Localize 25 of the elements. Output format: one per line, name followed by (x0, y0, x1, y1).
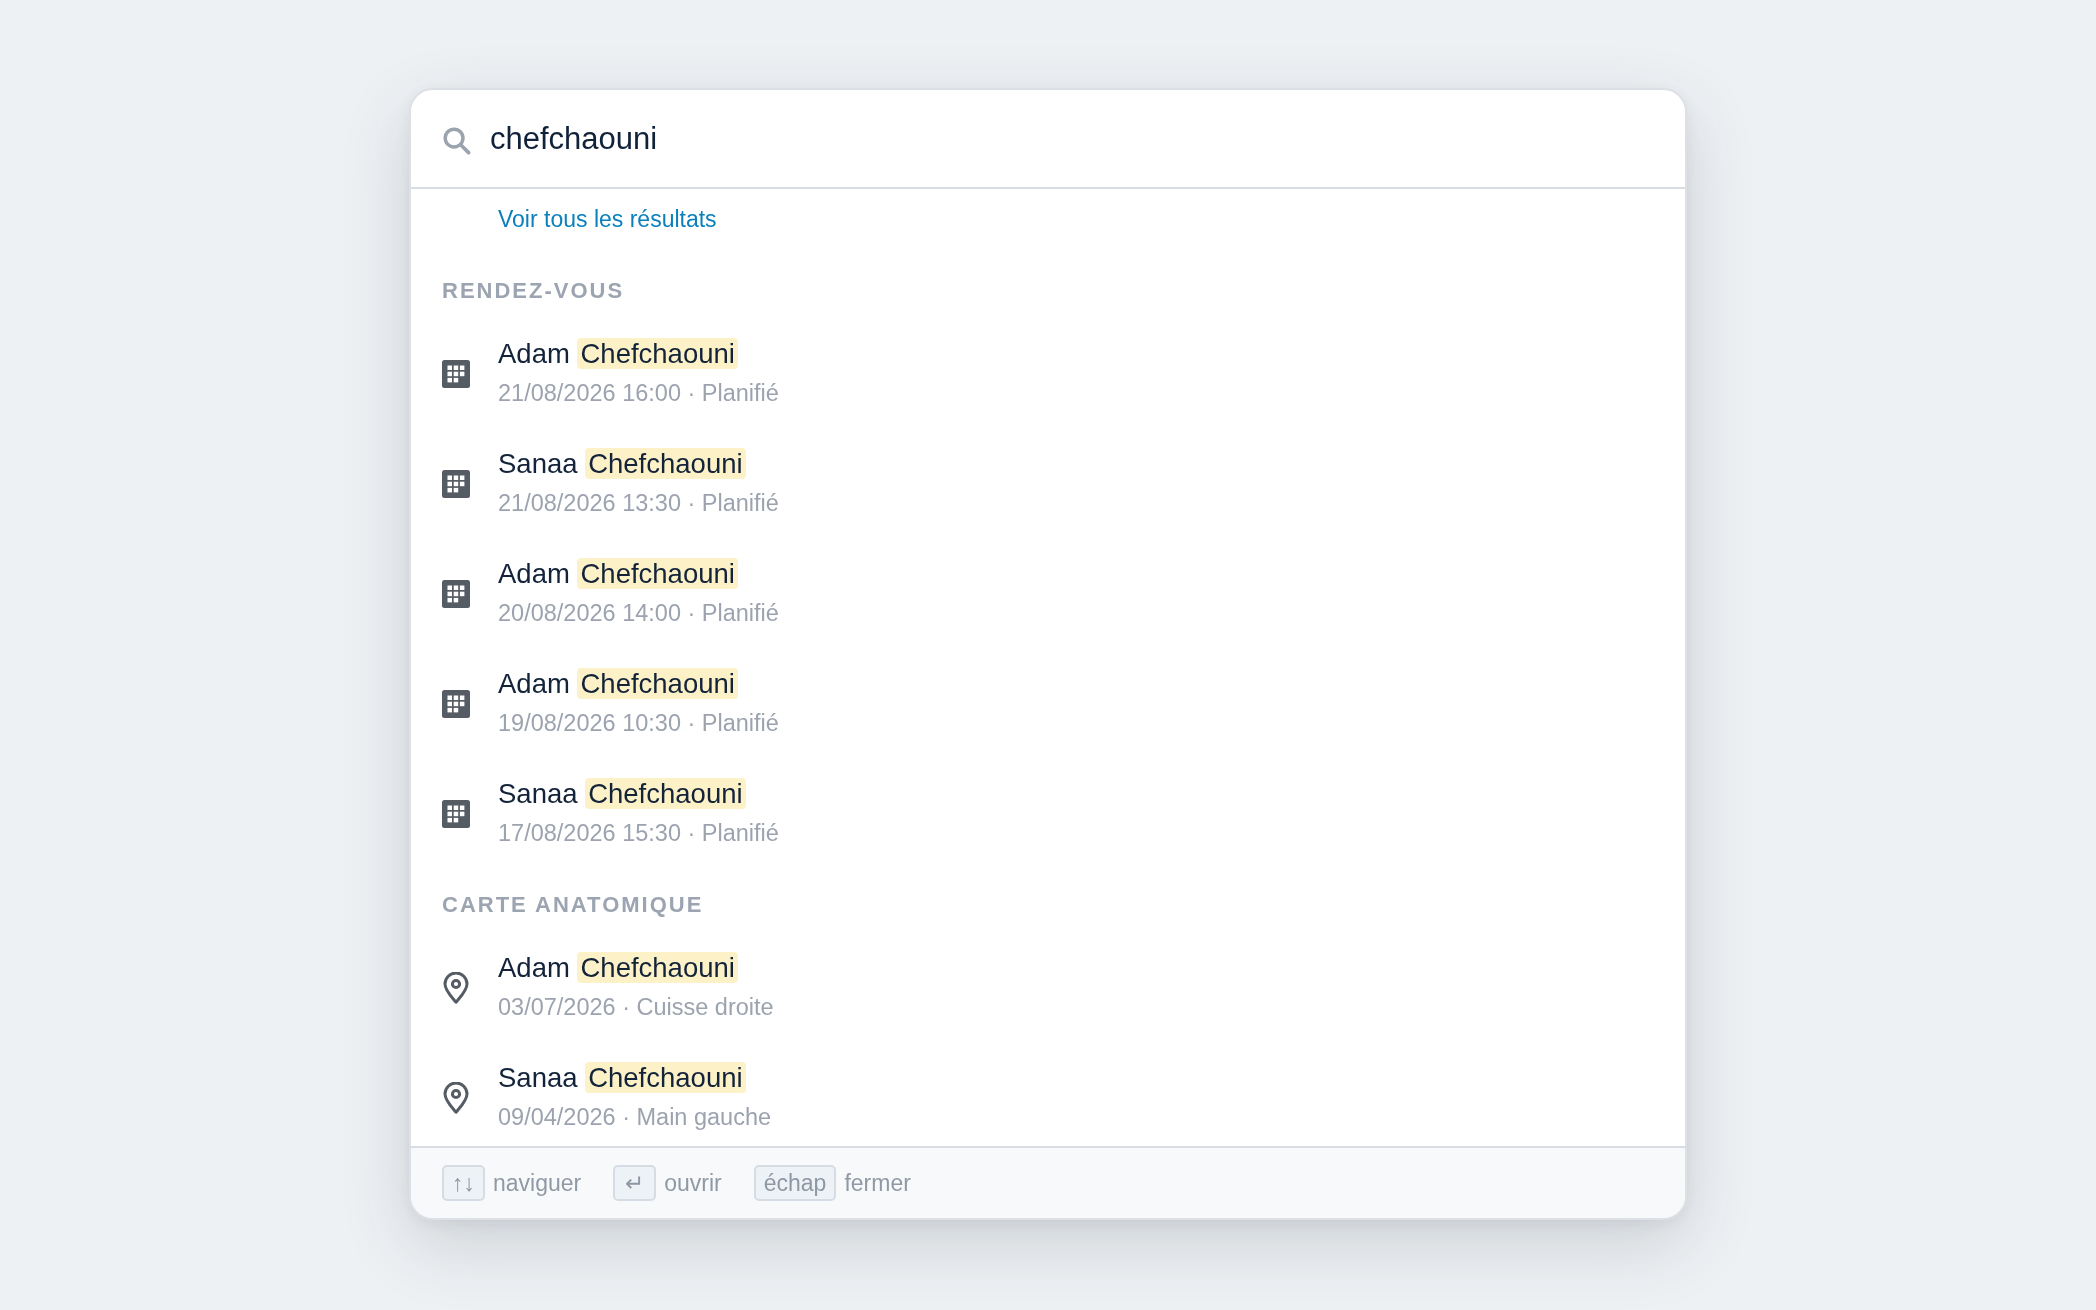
key-cap: ↑↓ (442, 1165, 485, 1201)
view-all-link[interactable]: Voir tous les résultats (498, 202, 717, 236)
section-heading: CARTE ANATOMIQUE (442, 891, 704, 919)
calendar-icon (442, 580, 470, 608)
result-meta: 03/07/2026 · Cuisse droite (498, 993, 774, 1022)
result-meta: 20/08/2026 14:00 · Planifié (498, 599, 779, 628)
result-meta: 21/08/2026 13:30 · Planifié (498, 489, 779, 518)
result-meta: 17/08/2026 15:30 · Planifié (498, 819, 779, 848)
map-pin-icon (443, 1082, 469, 1114)
result-meta: 09/04/2026 · Main gauche (498, 1103, 772, 1132)
hint-label: fermer (844, 1169, 911, 1197)
hint-label: ouvrir (664, 1169, 722, 1197)
result-meta: 21/08/2026 16:00 · Planifié (498, 379, 779, 408)
map-pin-icon (443, 972, 469, 1004)
section-heading: RENDEZ-VOUS (442, 277, 625, 305)
calendar-icon (442, 800, 470, 828)
search-field[interactable]: chefchaouni (490, 116, 1654, 161)
result-meta: 19/08/2026 10:30 · Planifié (498, 709, 779, 738)
search-icon (442, 126, 471, 155)
calendar-icon (442, 690, 470, 718)
key-cap: ↵ (613, 1165, 657, 1201)
calendar-icon (442, 360, 470, 388)
hint-label: naviguer (493, 1169, 582, 1197)
key-cap: échap (753, 1165, 837, 1201)
calendar-icon (442, 470, 470, 498)
